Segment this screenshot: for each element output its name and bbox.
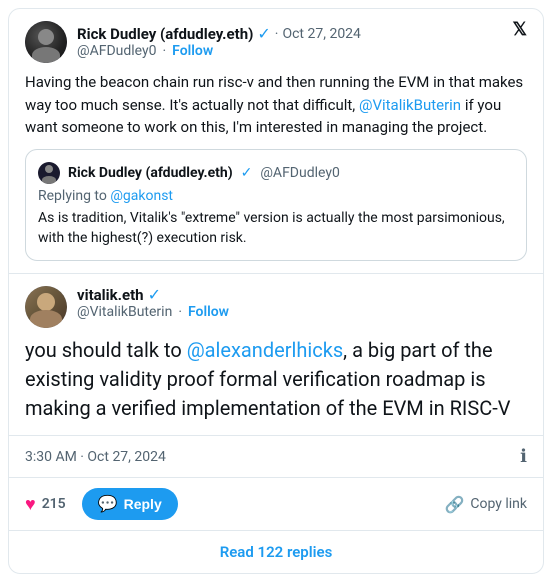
- follow-button[interactable]: Follow: [172, 43, 213, 59]
- reply-label: Reply: [124, 496, 162, 512]
- reply-to-label: Replying to: [38, 188, 107, 204]
- mention-alexander[interactable]: @alexanderlhicks: [187, 338, 343, 362]
- vitalik-follow-button[interactable]: Follow: [188, 304, 229, 320]
- body-before: you should talk to: [25, 338, 187, 362]
- author-name: Rick Dudley (afdudley.eth): [77, 25, 253, 43]
- quoted-header: Rick Dudley (afdudley.eth) ✓ @AFDudley0: [38, 162, 514, 184]
- mention-vitalik[interactable]: @VitalikButerin: [359, 96, 461, 114]
- vitalik-handle-row: @VitalikButerin · Follow: [77, 304, 229, 320]
- verified-icon: ✓: [257, 26, 270, 42]
- author-handle-row: @AFDudley0 · Follow: [77, 43, 361, 59]
- timestamp: 3:30 AM · Oct 27, 2024: [25, 449, 166, 465]
- read-replies-label: Read 122 replies: [220, 543, 333, 561]
- tweet-body: Having the beacon chain run risc-v and t…: [25, 71, 527, 139]
- author-info: Rick Dudley (afdudley.eth) ✓ · Oct 27, 2…: [77, 25, 361, 59]
- action-row: ♥ 215 💬 Reply 🔗 Copy link: [9, 477, 543, 530]
- author-name-row: Rick Dudley (afdudley.eth) ✓ · Oct 27, 2…: [77, 25, 361, 43]
- quoted-author-handle: @AFDudley0: [260, 165, 339, 181]
- second-tweet-text: you should talk to @alexanderlhicks, a b…: [25, 336, 527, 423]
- tweet-card: Rick Dudley (afdudley.eth) ✓ · Oct 27, 2…: [8, 8, 544, 574]
- tweet-date: Oct 27, 2024: [282, 26, 360, 42]
- link-icon: 🔗: [444, 495, 464, 514]
- vitalik-avatar-image: [25, 286, 67, 328]
- avatar: [25, 21, 67, 63]
- copy-label: Copy link: [470, 496, 527, 512]
- tweet-header: Rick Dudley (afdudley.eth) ✓ · Oct 27, 2…: [25, 21, 527, 63]
- tweet-author-row: Rick Dudley (afdudley.eth) ✓ · Oct 27, 2…: [25, 21, 361, 63]
- quoted-body: As is tradition, Vitalik's "extreme" ver…: [38, 208, 514, 249]
- second-tweet-header: vitalik.eth ✓ @VitalikButerin · Follow: [25, 286, 527, 328]
- timestamp-row: 3:30 AM · Oct 27, 2024 ℹ: [9, 435, 543, 477]
- vitalik-handle: @VitalikButerin: [77, 304, 172, 320]
- vitalik-verified-icon: ✓: [148, 287, 161, 303]
- reply-button[interactable]: 💬 Reply: [82, 488, 178, 520]
- info-icon[interactable]: ℹ: [520, 446, 527, 467]
- quoted-reply-to: Replying to @gakonst: [38, 188, 514, 204]
- top-tweet: Rick Dudley (afdudley.eth) ✓ · Oct 27, 2…: [9, 9, 543, 261]
- reply-to-handle[interactable]: @gakonst: [110, 188, 173, 204]
- quoted-avatar: [38, 162, 60, 184]
- vitalik-name: vitalik.eth: [77, 286, 144, 304]
- dot-separator: ·: [275, 26, 279, 42]
- quoted-tweet[interactable]: Rick Dudley (afdudley.eth) ✓ @AFDudley0 …: [25, 149, 527, 262]
- dot-separator-2: ·: [162, 43, 166, 59]
- avatar-image: [25, 21, 67, 63]
- like-count: 215: [42, 496, 66, 512]
- like-button[interactable]: ♥ 215: [25, 494, 66, 515]
- vitalik-dot-sep: ·: [178, 304, 182, 320]
- author-handle: @AFDudley0: [77, 43, 156, 59]
- vitalik-author-info: vitalik.eth ✓ @VitalikButerin · Follow: [77, 286, 229, 320]
- speech-icon: 💬: [98, 494, 118, 514]
- x-logo[interactable]: 𝕏: [512, 21, 527, 39]
- vitalik-name-row: vitalik.eth ✓: [77, 286, 229, 304]
- read-replies-button[interactable]: Read 122 replies: [9, 530, 543, 573]
- heart-icon: ♥: [25, 494, 36, 515]
- vitalik-avatar: [25, 286, 67, 328]
- copy-link-button[interactable]: 🔗 Copy link: [444, 495, 527, 514]
- quoted-author-name: Rick Dudley (afdudley.eth): [68, 165, 233, 181]
- quoted-verified-icon: ✓: [241, 166, 253, 180]
- second-tweet: vitalik.eth ✓ @VitalikButerin · Follow y…: [9, 274, 543, 423]
